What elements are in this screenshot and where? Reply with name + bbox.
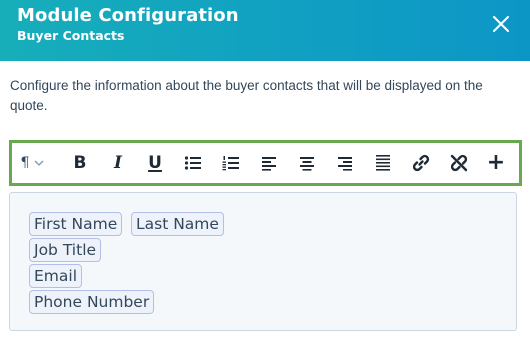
description-text: Configure the information about the buye…	[10, 78, 483, 113]
numbered-list-button[interactable]	[221, 153, 241, 173]
align-left-icon	[262, 157, 276, 171]
remove-link-button[interactable]	[449, 153, 469, 173]
plus-icon: +	[486, 150, 506, 175]
token-job-title[interactable]: Job Title	[29, 238, 102, 262]
rich-text-toolbar: ¶ B I U +	[9, 140, 522, 186]
underline-icon: U	[148, 153, 162, 173]
modal-header: Module Configuration Buyer Contacts	[0, 0, 530, 61]
align-center-button[interactable]	[297, 153, 317, 173]
align-left-button[interactable]	[259, 153, 279, 173]
align-right-button[interactable]	[335, 153, 355, 173]
bulleted-list-icon	[184, 156, 201, 170]
unlink-icon	[450, 154, 468, 172]
bold-icon: B	[73, 153, 87, 173]
token-last-name[interactable]: Last Name	[131, 212, 224, 236]
align-right-icon	[338, 157, 352, 171]
rich-text-editor[interactable]: First Name Last Name Job Title Email Pho…	[9, 192, 517, 331]
token-phone-number[interactable]: Phone Number	[29, 290, 155, 314]
italic-icon: I	[114, 153, 122, 173]
insert-link-button[interactable]	[411, 153, 431, 173]
modal-subtitle: Buyer Contacts	[17, 28, 125, 43]
numbered-list-icon	[222, 156, 239, 171]
chevron-down-icon	[34, 160, 44, 166]
insert-button[interactable]: +	[486, 150, 506, 175]
link-icon	[412, 154, 430, 172]
justify-button[interactable]	[373, 153, 393, 173]
italic-button[interactable]: I	[108, 153, 128, 173]
token-email[interactable]: Email	[29, 264, 83, 288]
bold-button[interactable]: B	[70, 153, 90, 173]
token-first-name[interactable]: First Name	[29, 212, 123, 236]
align-center-icon	[300, 157, 314, 171]
underline-button[interactable]: U	[145, 153, 165, 173]
justify-icon	[376, 155, 390, 171]
paragraph-style-dropdown[interactable]: ¶	[16, 153, 50, 173]
paragraph-icon: ¶	[20, 155, 30, 171]
bulleted-list-button[interactable]	[183, 153, 203, 173]
modal-title: Module Configuration	[17, 5, 239, 26]
close-button[interactable]	[490, 13, 512, 35]
close-icon	[493, 16, 509, 32]
